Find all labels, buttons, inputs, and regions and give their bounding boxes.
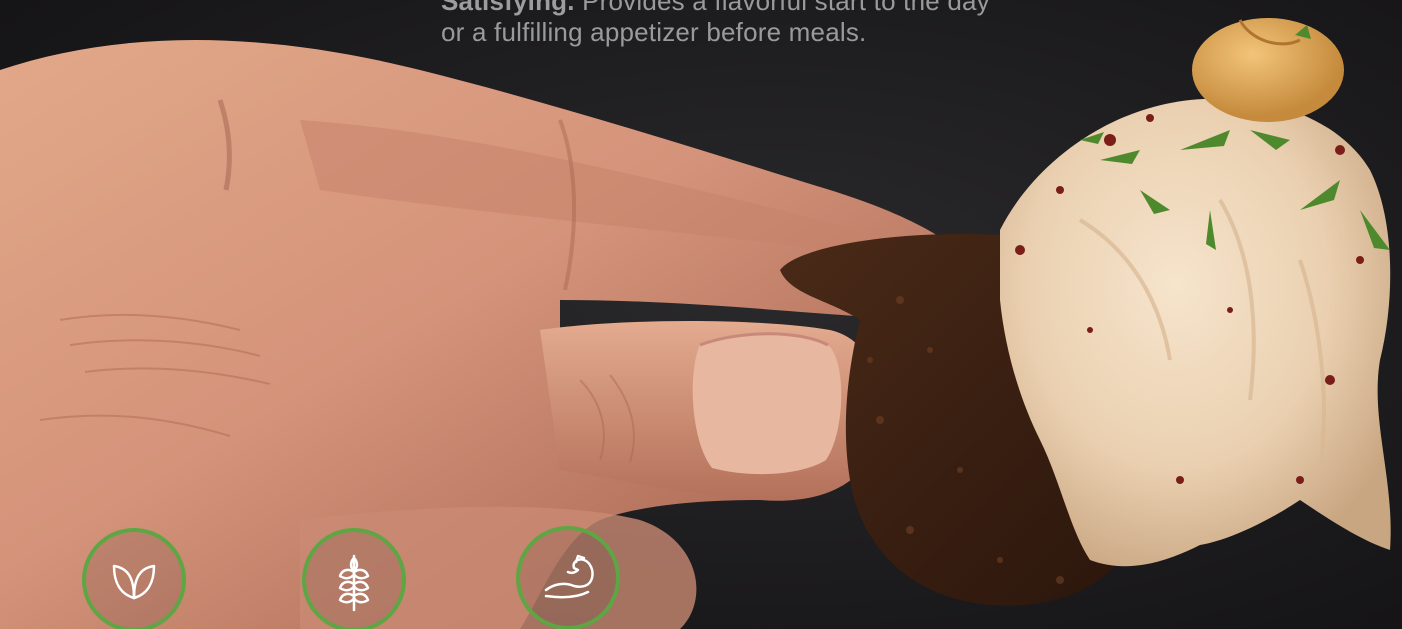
leaves-icon	[112, 564, 156, 600]
plant-based-badge	[82, 528, 186, 629]
whole-grain-badge	[302, 528, 406, 629]
caption-line-1: Satisfying. Provides a flavorful start t…	[441, 0, 1201, 17]
caption-lead: Satisfying.	[441, 0, 575, 16]
photo-stage: Satisfying. Provides a flavorful start t…	[0, 0, 1402, 629]
flexed-arm-icon	[544, 554, 594, 599]
protein-badge	[516, 526, 620, 629]
wheat-icon	[338, 554, 370, 612]
caption-text: Satisfying. Provides a flavorful start t…	[441, 0, 1201, 48]
caption-line-1-rest: Provides a flavorful start to the day	[582, 0, 990, 16]
caption-line-2: or a fulfilling appetizer before meals.	[441, 17, 867, 47]
food-photo	[0, 0, 1402, 629]
